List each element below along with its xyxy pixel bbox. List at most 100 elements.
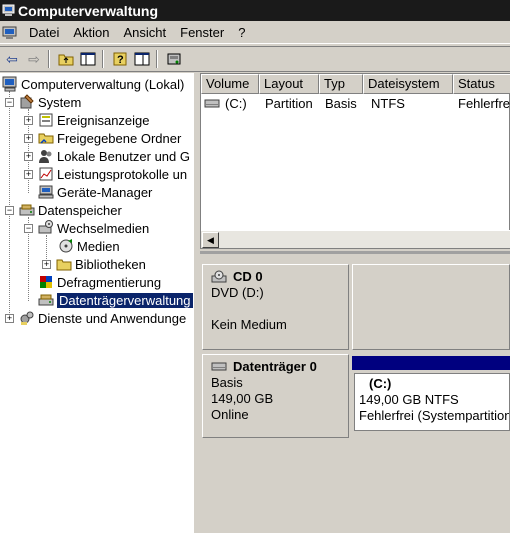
toolbar-separator (156, 50, 158, 68)
disk-info-cd0[interactable]: CD 0 DVD (D:) Kein Medium (202, 264, 349, 350)
column-header-dateisystem[interactable]: Dateisystem (363, 74, 453, 94)
disk-name-row: Datenträger 0 (211, 359, 340, 375)
computer-icon (2, 76, 18, 92)
column-header-volume[interactable]: Volume (201, 74, 259, 94)
hard-disk-icon (211, 361, 227, 373)
cell-layout: Partition (265, 96, 313, 111)
expand-toggle[interactable]: + (24, 134, 33, 143)
removable-storage-icon (38, 220, 54, 236)
up-folder-icon[interactable] (56, 49, 76, 69)
collapse-toggle[interactable]: − (24, 224, 33, 233)
tree-label: Defragmentierung (57, 274, 162, 290)
show-tree-icon[interactable] (78, 49, 98, 69)
disk-type: Basis (211, 375, 243, 390)
disk-name: Datenträger 0 (233, 359, 317, 374)
tree-item-freigegebene-ordner[interactable]: Freigegebene Ordner (38, 129, 181, 147)
services-icon (19, 310, 35, 326)
partition-size: 149,00 GB NTFS (359, 392, 459, 407)
event-viewer-icon (38, 112, 54, 128)
expand-toggle[interactable]: + (24, 170, 33, 179)
performance-logs-icon (38, 166, 54, 182)
toolbar-separator (102, 50, 104, 68)
tree-item-dienste[interactable]: Dienste und Anwendunge (19, 309, 186, 327)
title-bar: Computerverwaltung (0, 0, 510, 21)
device-manager-icon (38, 184, 54, 200)
collapse-toggle[interactable]: − (5, 98, 14, 107)
menu-help[interactable]: ? (231, 23, 252, 43)
disk-size: 149,00 GB (211, 391, 274, 406)
expand-toggle[interactable]: + (5, 314, 14, 323)
svg-text:?: ? (117, 54, 124, 66)
tree-item-geraete-manager[interactable]: Geräte-Manager (38, 183, 152, 201)
tree-label: Ereignisanzeige (57, 112, 150, 128)
details-pane: Volume Layout Typ Dateisystem Status (C:… (200, 73, 510, 533)
cell-volume: (C:) (225, 96, 247, 111)
menu-datei[interactable]: Datei (22, 23, 66, 43)
cell-status: Fehlerfrei (458, 96, 510, 111)
console-tree: Computerverwaltung (Lokal) − System + Er… (0, 73, 196, 533)
tree-label: Computerverwaltung (Lokal) (21, 76, 185, 92)
column-header-typ[interactable]: Typ (319, 74, 363, 94)
disk-info-disk0[interactable]: Datenträger 0 Basis 149,00 GB Online (202, 354, 349, 438)
tree-item-bibliotheken[interactable]: Bibliotheken (56, 255, 146, 273)
system-tools-icon (19, 94, 35, 110)
menu-fenster[interactable]: Fenster (173, 23, 231, 43)
media-icon (58, 238, 74, 254)
tree-label: Leistungsprotokolle un (57, 166, 188, 182)
folder-icon (56, 256, 72, 272)
tree-item-leistungsprotokolle[interactable]: Leistungsprotokolle un (38, 165, 187, 183)
expand-toggle[interactable]: + (42, 260, 51, 269)
help-icon[interactable]: ? (110, 49, 130, 69)
shared-folder-icon (38, 130, 54, 146)
toolbar-separator (48, 50, 50, 68)
tree-item-wechselmedien[interactable]: Wechselmedien (38, 219, 149, 237)
defrag-icon (38, 274, 54, 290)
disk-type: DVD (D:) (211, 285, 264, 300)
tree-item-system[interactable]: System (19, 93, 81, 111)
expand-toggle[interactable]: + (24, 152, 33, 161)
cell-dateisystem: NTFS (371, 96, 405, 111)
cell-typ: Basis (325, 96, 357, 111)
disk-volume-cd0[interactable] (352, 264, 510, 350)
menu-aktion[interactable]: Aktion (66, 23, 116, 43)
properties-icon[interactable] (132, 49, 152, 69)
partition-c[interactable]: (C:) 149,00 GB NTFS Fehlerfrei (Systempa… (354, 373, 510, 431)
column-header-layout[interactable]: Layout (259, 74, 319, 94)
menu-ansicht[interactable]: Ansicht (117, 23, 174, 43)
disk-management-icon (38, 292, 54, 308)
partition-label: (C:) (369, 376, 392, 391)
tree-item-datentraegerverwaltung[interactable]: Datenträgerverwaltung (38, 291, 193, 309)
tree-item-root[interactable]: Computerverwaltung (Lokal) (2, 75, 184, 93)
tree-item-lokale-benutzer[interactable]: Lokale Benutzer und G (38, 147, 190, 165)
back-arrow-icon[interactable]: ⇦ (2, 49, 22, 69)
disk-state: Kein Medium (211, 317, 287, 332)
column-header-status[interactable]: Status (453, 74, 510, 94)
horizontal-scrollbar[interactable]: ◀ (201, 230, 510, 248)
tree-label: Medien (77, 238, 120, 254)
tree-item-medien[interactable]: Medien (58, 237, 120, 255)
tree-label: Datenträgerverwaltung (57, 292, 193, 308)
tree-label: System (38, 94, 82, 110)
tree-label: Bibliotheken (75, 256, 146, 272)
computer-management-icon (2, 4, 15, 17)
tree-item-ereignisanzeige[interactable]: Ereignisanzeige (38, 111, 150, 129)
tree-item-datenspeicher[interactable]: Datenspeicher (19, 201, 122, 219)
disk-config-icon[interactable] (164, 49, 184, 69)
disk-map: CD 0 DVD (D:) Kein Medium Datenträger 0 … (200, 251, 510, 533)
cd-drive-icon (211, 270, 227, 284)
forward-arrow-icon[interactable]: ⇨ (24, 49, 44, 69)
expand-toggle[interactable]: + (24, 116, 33, 125)
tree-label: Freigegebene Ordner (57, 130, 182, 146)
tree-label: Datenspeicher (38, 202, 122, 218)
users-icon (38, 148, 54, 164)
storage-icon (19, 202, 35, 218)
collapse-toggle[interactable]: − (5, 206, 14, 215)
tree-item-defragmentierung[interactable]: Defragmentierung (38, 273, 161, 291)
system-menu-icon[interactable] (2, 25, 18, 41)
volume-bar (352, 356, 510, 370)
partition-status: Fehlerfrei (Systempartition (359, 408, 510, 423)
toolbar: ⇦ ⇨ ? (0, 46, 510, 72)
tree-label: Geräte-Manager (57, 184, 153, 200)
scroll-left-icon[interactable]: ◀ (202, 232, 219, 248)
